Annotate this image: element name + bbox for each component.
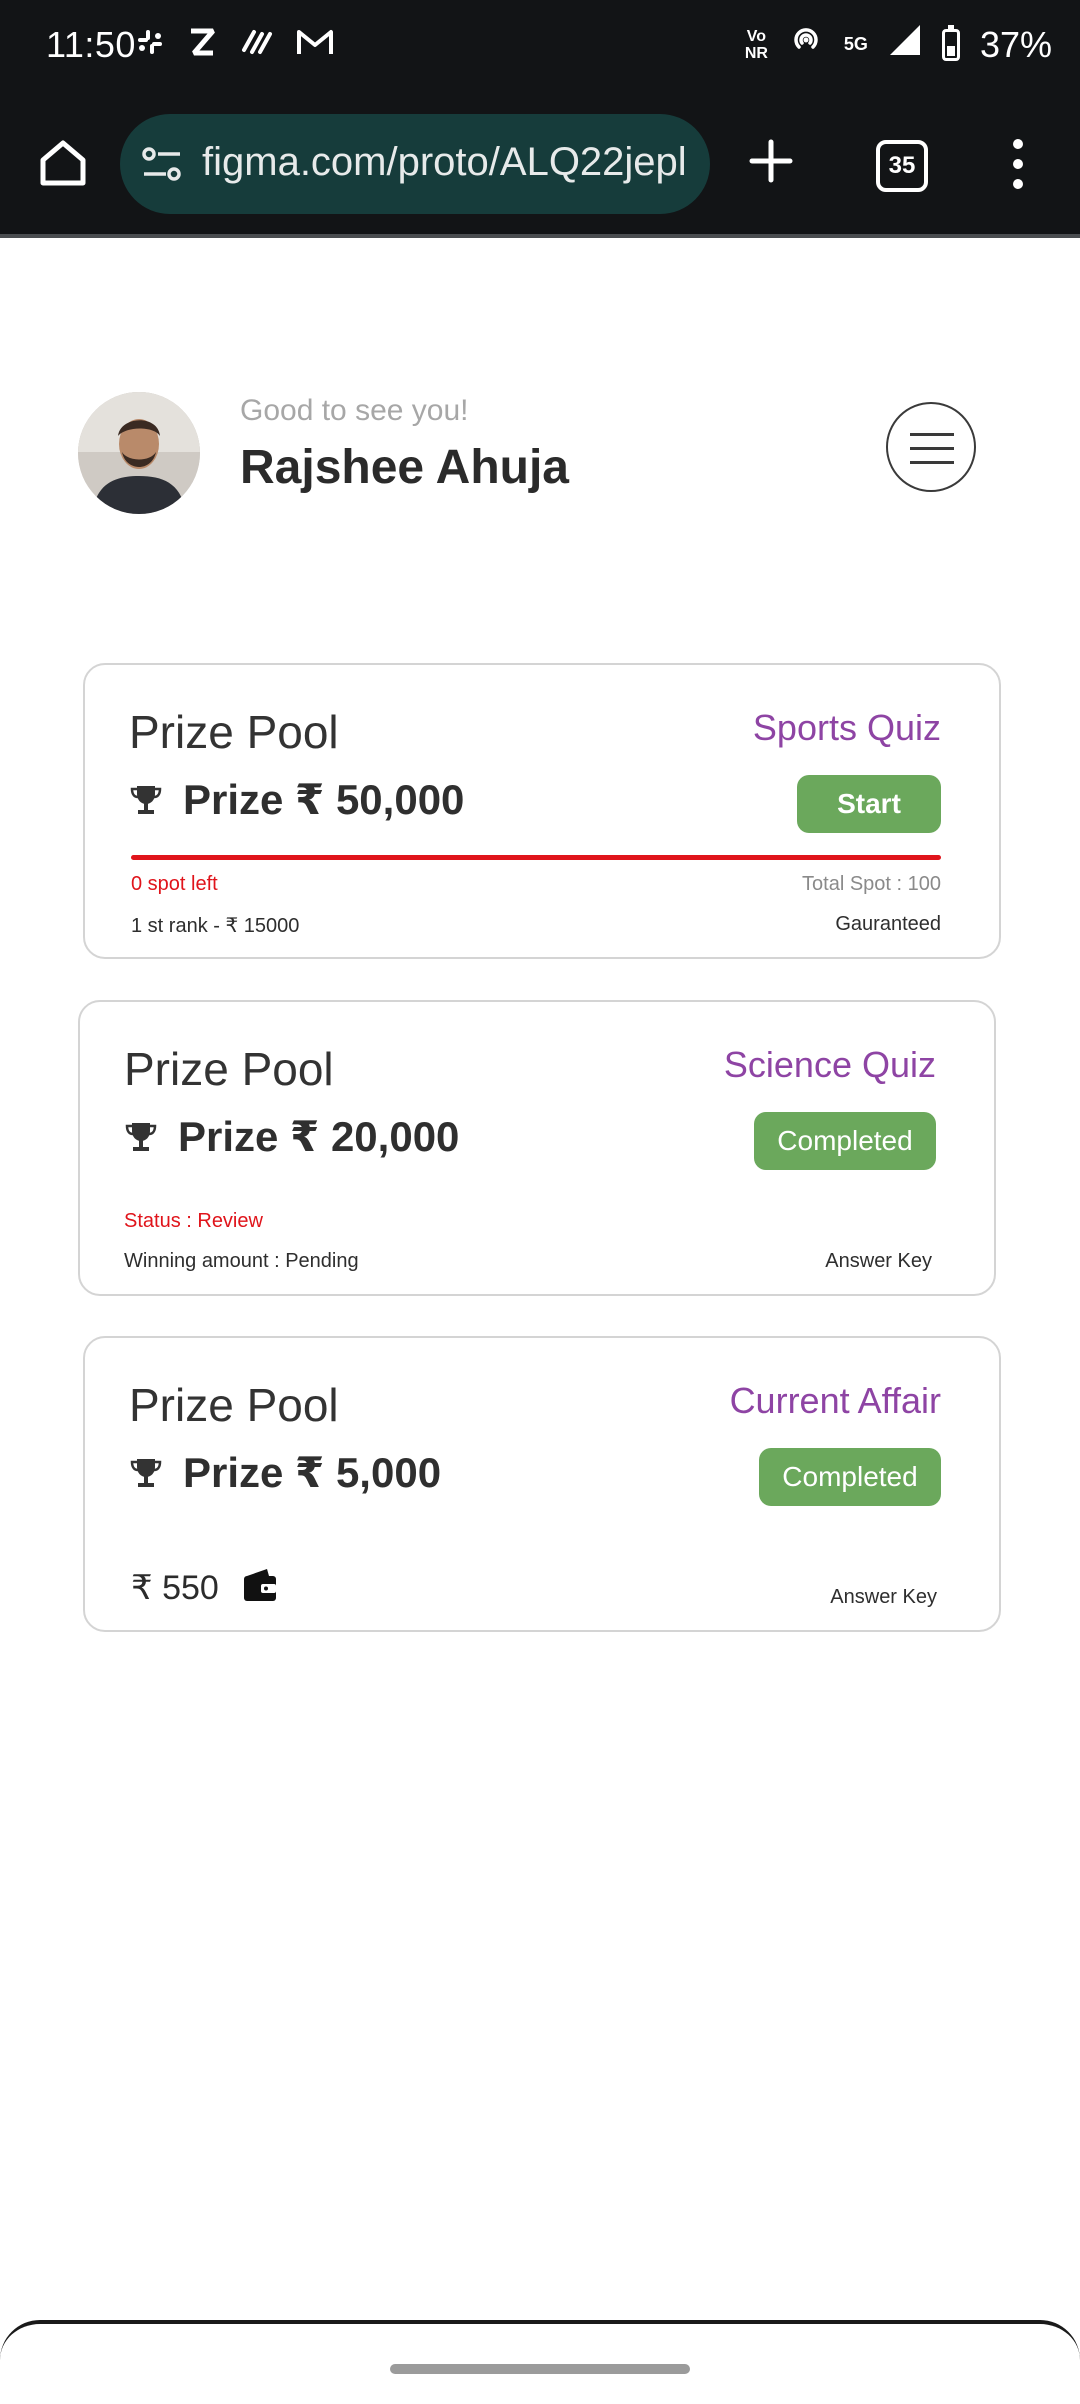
card-title: Prize Pool [129, 706, 339, 758]
signal-icon [888, 23, 922, 66]
browser-toolbar: figma.com/proto/ALQ22jepl 35 [0, 96, 1080, 238]
volte-indicator: Vo NR [744, 27, 768, 62]
greeting-text: Good to see you! [240, 394, 469, 427]
tab-switcher-button[interactable]: 35 [876, 140, 928, 192]
trophy-icon [129, 783, 163, 817]
hotspot-icon [788, 22, 824, 67]
gesture-home-indicator[interactable] [390, 2364, 690, 2374]
total-spot: Total Spot : 100 [802, 873, 941, 895]
site-settings-icon[interactable] [140, 144, 184, 184]
url-text[interactable]: figma.com/proto/ALQ22jepl [202, 140, 687, 185]
status-bar: 11:50 Vo NR 5G 37% [0, 0, 1080, 96]
hamburger-icon [910, 433, 954, 436]
answer-key-link[interactable]: Answer Key [830, 1586, 937, 1609]
url-bar[interactable]: figma.com/proto/ALQ22jepl [120, 114, 710, 214]
prize-amount: Prize ₹ 50,000 [183, 776, 465, 823]
winning-amount-status: Winning amount : Pending [124, 1250, 359, 1272]
quiz-category: Science Quiz [723, 1044, 936, 1085]
quiz-card-science[interactable]: Prize Pool Science Quiz Prize ₹ 20,000 C… [78, 1000, 996, 1296]
prize-amount: Prize ₹ 20,000 [178, 1113, 460, 1160]
network-type: 5G [843, 34, 868, 54]
zomato-icon [188, 26, 216, 67]
new-tab-icon[interactable] [748, 138, 794, 184]
quiz-category: Current Affair [729, 1380, 941, 1421]
winning-amount: ₹ 550 [131, 1568, 219, 1607]
quiz-card-sports[interactable]: Prize Pool Sports Quiz Prize ₹ 50,000 St… [83, 663, 1001, 959]
guaranteed-label: Gauranteed [835, 913, 941, 935]
wallet-icon [241, 1566, 279, 1609]
status-right: Vo NR 5G 37% [745, 22, 1052, 67]
card-title: Prize Pool [129, 1379, 339, 1431]
card-title: Prize Pool [124, 1043, 334, 1095]
menu-button[interactable] [886, 402, 976, 492]
home-icon[interactable] [34, 134, 92, 192]
spots-progress-bar [131, 855, 941, 860]
gmail-icon [296, 26, 334, 67]
status-time: 11:50 [46, 24, 136, 65]
quiz-card-current-affair[interactable]: Prize Pool Current Affair Prize ₹ 5,000 … [83, 1336, 1001, 1632]
avatar[interactable] [78, 392, 200, 514]
completed-button[interactable]: Completed [759, 1448, 941, 1506]
trophy-icon [129, 1456, 163, 1490]
start-button[interactable]: Start [797, 775, 941, 833]
quiz-category: Sports Quiz [752, 707, 941, 748]
user-name: Rajshee Ahuja [240, 441, 569, 494]
trophy-icon [124, 1120, 158, 1154]
battery-icon [941, 24, 960, 61]
battery-level: 37% [979, 23, 1052, 65]
more-options-icon[interactable] [1010, 136, 1026, 192]
answer-key-link[interactable]: Answer Key [825, 1250, 932, 1273]
notification-icons [134, 26, 334, 67]
payments-icon [238, 26, 274, 67]
completed-button[interactable]: Completed [754, 1112, 936, 1170]
review-status: Status : Review [124, 1210, 263, 1232]
spots-left: 0 spot left [131, 873, 218, 895]
first-rank-prize: 1 st rank - ₹ 15000 [131, 915, 300, 937]
prize-amount: Prize ₹ 5,000 [183, 1449, 442, 1496]
slack-icon [134, 26, 166, 67]
bottom-sheet [0, 2320, 1080, 2404]
